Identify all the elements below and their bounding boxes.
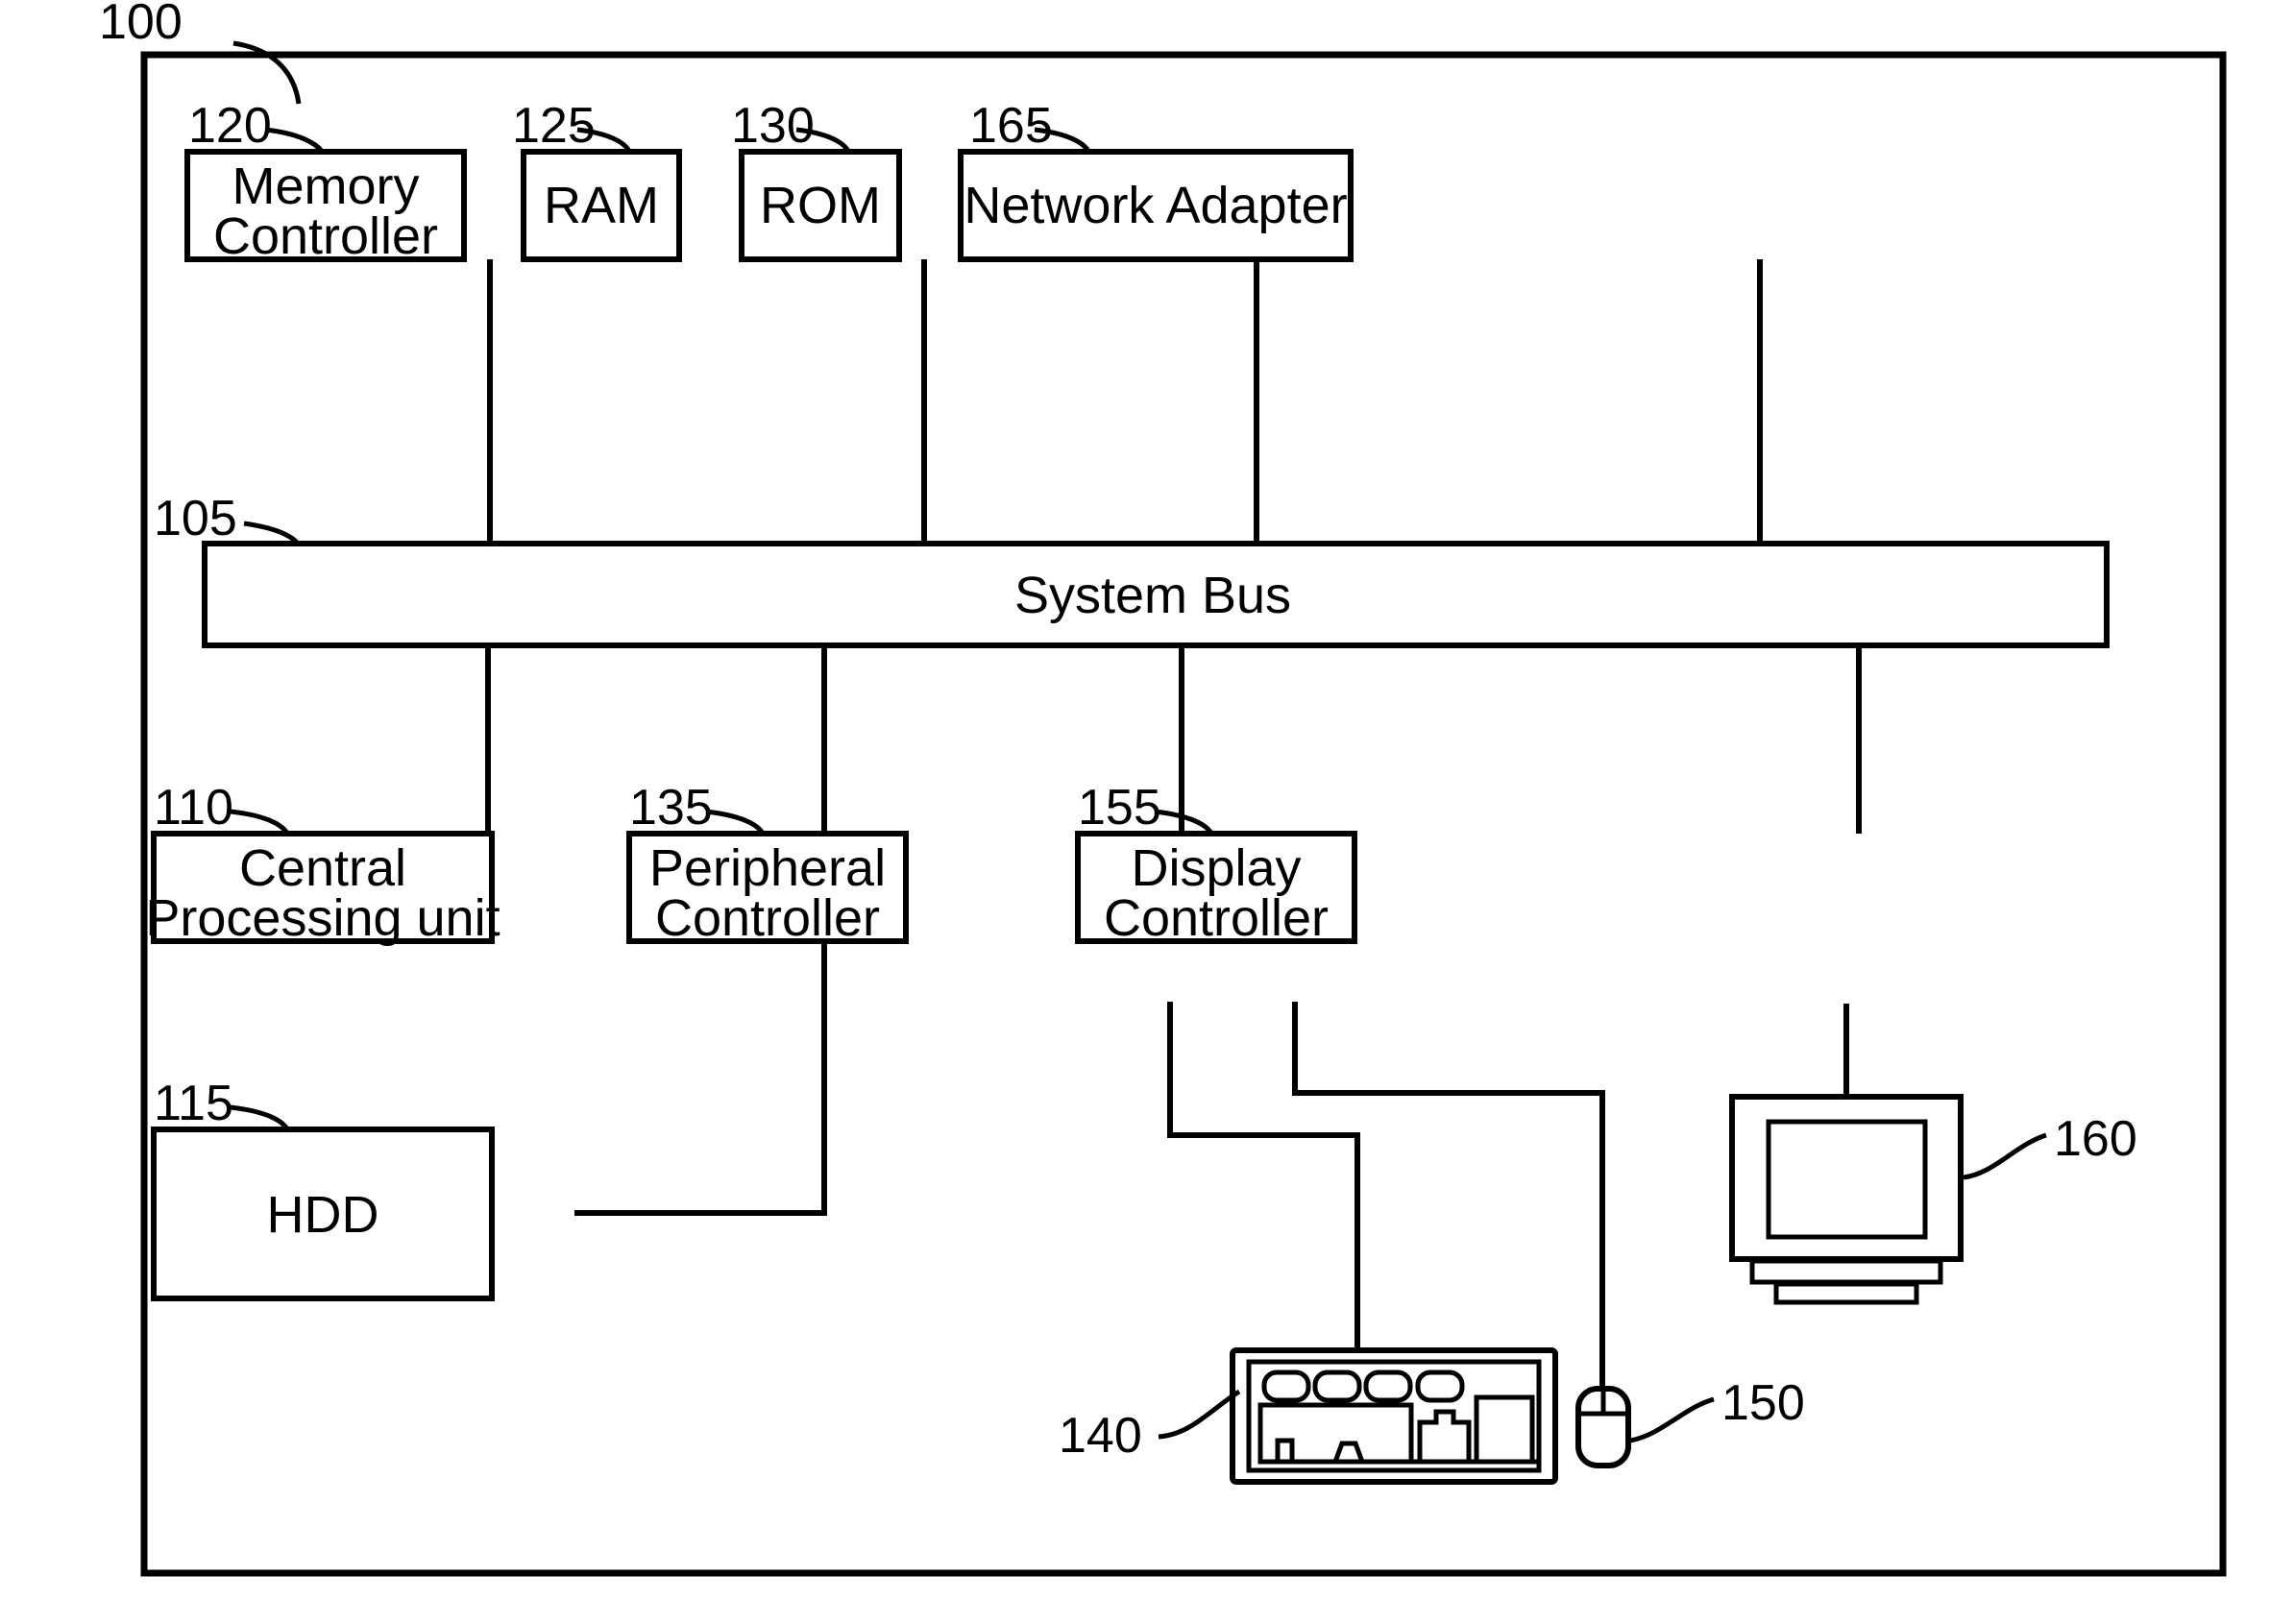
block-label-display-line1: Display: [1131, 839, 1301, 897]
ref-system-bus: 105: [154, 491, 237, 546]
ref-display-controller: 155: [1078, 780, 1161, 836]
block-diagram-svg: 100 Memory Controller 120 RAM 125 ROM 13…: [99, 0, 2227, 1577]
leader-mouse: [1629, 1396, 1715, 1443]
block-label-memory-controller-line1: Memory: [232, 158, 419, 215]
block-label-peripheral-line1: Peripheral: [649, 839, 886, 897]
crt-monitor-icon: [1729, 1094, 1964, 1305]
leader-keyboard: [1158, 1389, 1241, 1440]
block-label-cpu-line1: Central: [239, 839, 406, 897]
ref-cpu: 110: [154, 780, 233, 836]
block-label-memory-controller-line2: Controller: [213, 207, 438, 265]
ref-mouse: 150: [1721, 1375, 1805, 1431]
ref-ram: 125: [512, 98, 596, 154]
ref-memory-controller: 120: [188, 98, 272, 154]
figure-canvas: 100 Memory Controller 120 RAM 125 ROM 13…: [0, 0, 2294, 1624]
ref-network-adapter: 165: [969, 98, 1053, 154]
ref-monitor: 160: [2054, 1111, 2137, 1167]
leader-monitor: [1963, 1132, 2047, 1180]
block-label-rom: ROM: [760, 177, 881, 234]
block-label-network-adapter: Network Adapter: [964, 177, 1347, 234]
ref-system: 100: [99, 0, 183, 50]
mouse-icon: [1575, 1386, 1631, 1468]
block-label-ram: RAM: [544, 177, 659, 234]
ref-keyboard: 140: [1059, 1408, 1142, 1464]
ref-rom: 130: [731, 98, 815, 154]
block-label-peripheral-line2: Controller: [655, 889, 880, 947]
block-label-system-bus: System Bus: [1014, 567, 1291, 624]
connector-peripheral-to-mouse: [1292, 1002, 1605, 1390]
block-label-display-line2: Controller: [1104, 889, 1329, 947]
block-label-cpu-line2: Processing unit: [145, 889, 500, 947]
keyboard-icon: [1230, 1347, 1558, 1485]
ref-peripheral-controller: 135: [629, 780, 713, 836]
block-label-hdd: HDD: [267, 1186, 379, 1244]
ref-hdd: 115: [154, 1076, 233, 1131]
connector-peripheral-to-keyboard: [1167, 1002, 1360, 1351]
